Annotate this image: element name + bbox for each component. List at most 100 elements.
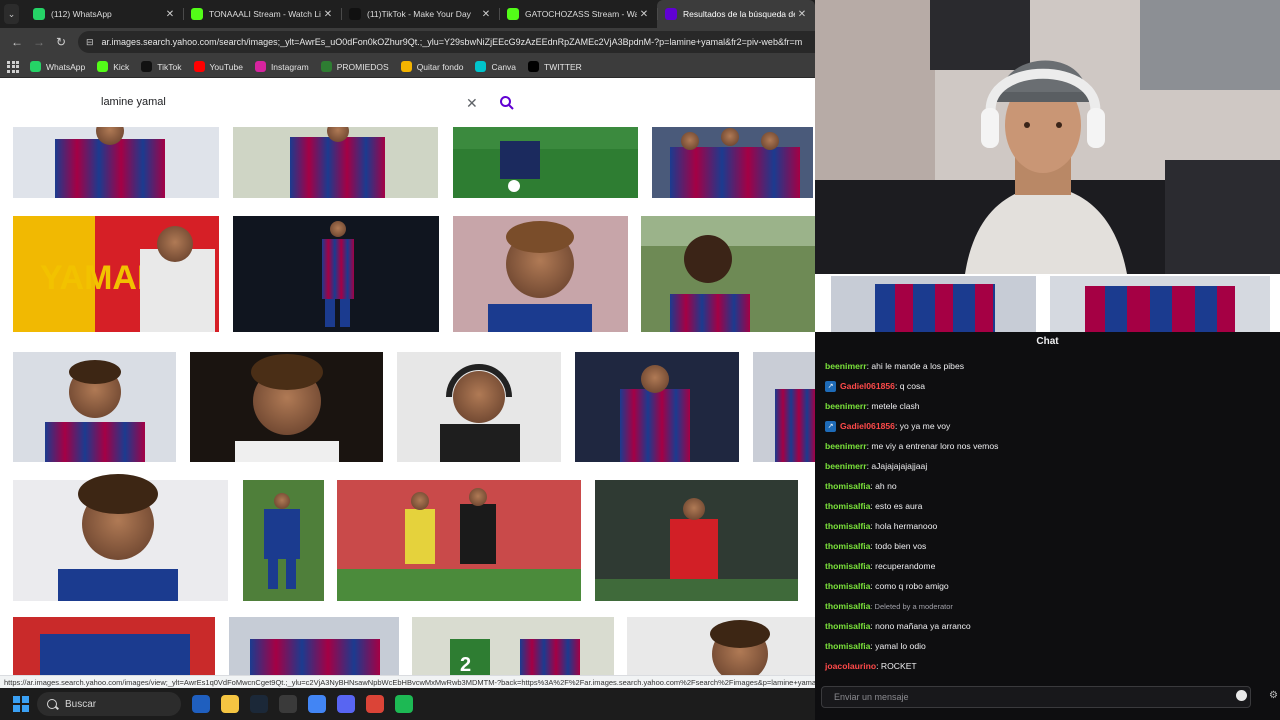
result-thumb[interactable] <box>190 352 383 462</box>
tab-title: (11)TikTok - Make Your Day <box>367 9 471 19</box>
site-info-icon[interactable]: ⊟ <box>86 37 94 48</box>
bookmark-item[interactable]: Instagram <box>254 61 309 72</box>
bookmark-label: Kick <box>113 61 130 72</box>
stream-overlay: Chat beenimerr: ahi le mande a los pibes… <box>815 0 1280 720</box>
result-thumb[interactable] <box>753 352 815 462</box>
result-thumb[interactable] <box>233 216 439 332</box>
chat-username[interactable]: thomisalfia <box>825 561 870 571</box>
chat-message: thomisalfia: ah no <box>825 476 1275 496</box>
chat-message: thomisalfia: todo bien vos <box>825 536 1275 556</box>
chat-message: thomisalfia: yamal lo odio <box>825 636 1275 656</box>
close-icon[interactable]: ✕ <box>637 9 651 20</box>
browser-toolbar: ← → ↻ ⊟ ar.images.search.yahoo.com/searc… <box>0 28 815 56</box>
browser-tab[interactable]: Resultados de la búsqueda de ✕ <box>657 0 815 28</box>
chat-username[interactable]: thomisalfia <box>825 601 870 611</box>
bookmark-label: YouTube <box>209 61 243 72</box>
chat-username[interactable]: thomisalfia <box>825 641 870 651</box>
promiedos-icon <box>320 61 332 72</box>
clear-search-icon[interactable]: ✕ <box>466 95 478 112</box>
close-icon[interactable]: ✕ <box>795 9 809 20</box>
chat-message: thomisalfia: Deleted by a moderator <box>825 596 1275 616</box>
result-thumb[interactable] <box>13 352 176 462</box>
chat-username[interactable]: thomisalfia <box>825 541 870 551</box>
forward-button[interactable]: → <box>28 31 50 53</box>
search-icon <box>47 699 57 709</box>
emote-picker-icon[interactable] <box>1236 690 1247 701</box>
result-thumb[interactable] <box>652 127 813 198</box>
result-thumb[interactable] <box>13 117 219 198</box>
browser-tab[interactable]: (11)TikTok - Make Your Day ✕ <box>341 0 499 28</box>
chat-message: thomisalfia: nono mañana ya arranco <box>825 616 1275 636</box>
canva-icon <box>475 61 487 72</box>
chat-username[interactable]: beenimerr <box>825 361 867 371</box>
chat-settings-icon[interactable]: ⚙ <box>1269 690 1278 701</box>
bookmark-item[interactable]: Kick <box>97 61 129 72</box>
chrome-profile-icon[interactable] <box>366 695 384 713</box>
browser-tab[interactable]: GATOCHOZASS Stream - Watch✕ <box>499 0 657 28</box>
result-thumb[interactable] <box>575 352 739 462</box>
bookmark-item[interactable]: Quitar fondo <box>400 61 463 72</box>
chat-username[interactable]: beenimerr <box>825 401 867 411</box>
chat-username[interactable]: thomisalfia <box>825 521 870 531</box>
chat-username[interactable]: thomisalfia <box>825 481 870 491</box>
chat-username[interactable]: beenimerr <box>825 461 867 471</box>
spotify-icon[interactable] <box>395 695 413 713</box>
chat-username[interactable]: thomisalfia <box>825 621 870 631</box>
result-thumb[interactable] <box>595 480 798 601</box>
search-input[interactable]: lamine yamal <box>101 96 166 108</box>
search-icon[interactable] <box>499 95 515 111</box>
result-thumb[interactable] <box>337 480 581 601</box>
steam-icon[interactable] <box>250 695 268 713</box>
result-thumb[interactable] <box>641 216 815 332</box>
close-icon[interactable]: ✕ <box>479 9 493 20</box>
bookmark-item[interactable]: Canva <box>475 61 516 72</box>
tab-title: GATOCHOZASS Stream - Watch <box>525 9 637 19</box>
bookmark-item[interactable]: TWITTER <box>528 61 582 72</box>
bookmark-item[interactable]: WhatsApp <box>30 61 85 72</box>
chrome-icon[interactable] <box>308 695 326 713</box>
discord-icon[interactable] <box>337 695 355 713</box>
close-icon[interactable]: ✕ <box>163 9 177 20</box>
bookmark-label: PROMIEDOS <box>336 61 389 72</box>
bookmark-item[interactable]: TikTok <box>141 61 182 72</box>
result-thumb[interactable]: YAMAL <box>13 216 219 332</box>
chat-text: : q cosa <box>894 381 926 391</box>
result-thumb[interactable] <box>243 480 324 601</box>
bookmark-item[interactable]: PROMIEDOS <box>320 61 389 72</box>
result-thumb[interactable] <box>233 120 438 198</box>
windows-start-icon[interactable] <box>13 696 29 712</box>
chat-username[interactable]: beenimerr <box>825 441 867 451</box>
result-thumb[interactable] <box>13 474 228 601</box>
chat-message-input[interactable]: Enviar un mensaje <box>821 686 1251 708</box>
back-button[interactable]: ← <box>6 31 28 53</box>
bookmark-item[interactable]: YouTube <box>193 61 243 72</box>
settings-icon[interactable] <box>192 695 210 713</box>
result-thumb[interactable] <box>453 127 638 198</box>
browser-tab[interactable]: (112) WhatsApp ✕ <box>25 0 183 28</box>
chat-username[interactable]: thomisalfia <box>825 501 870 511</box>
address-url[interactable]: ar.images.search.yahoo.com/search/images… <box>102 37 803 47</box>
removebg-icon <box>400 61 412 72</box>
bookmark-label: WhatsApp <box>46 61 86 72</box>
taskbar-search[interactable]: Buscar <box>37 692 181 716</box>
address-bar[interactable]: ⊟ ar.images.search.yahoo.com/search/imag… <box>78 31 815 53</box>
close-icon[interactable]: ✕ <box>321 9 335 20</box>
chat-username[interactable]: Gadiel061856 <box>840 421 895 431</box>
result-thumb[interactable] <box>397 352 561 462</box>
apps-grid-icon[interactable] <box>6 60 20 74</box>
chat-message-list: beenimerr: ahi le mande a los pibes ↗ Gadi… <box>825 356 1275 676</box>
file-explorer-icon[interactable] <box>221 695 239 713</box>
kick-icon <box>191 8 203 20</box>
chat-text: : ah no <box>870 481 897 491</box>
result-thumb[interactable] <box>453 216 628 332</box>
browser-tab[interactable]: TONAAALI Stream - Watch Live ✕ <box>183 0 341 28</box>
chatgpt-icon[interactable] <box>279 695 297 713</box>
chat-username[interactable]: Gadiel061856 <box>840 381 895 391</box>
tab-search-button[interactable]: ⌄ <box>4 4 19 24</box>
chat-username[interactable]: thomisalfia <box>825 581 870 591</box>
chat-username[interactable]: joacolaurino <box>825 661 876 671</box>
tab-title: Resultados de la búsqueda de <box>683 9 795 19</box>
chat-message: beenimerr: ahi le mande a los pibes <box>825 356 1275 376</box>
reload-button[interactable]: ↻ <box>50 31 72 53</box>
webcam-feed <box>815 0 1280 274</box>
